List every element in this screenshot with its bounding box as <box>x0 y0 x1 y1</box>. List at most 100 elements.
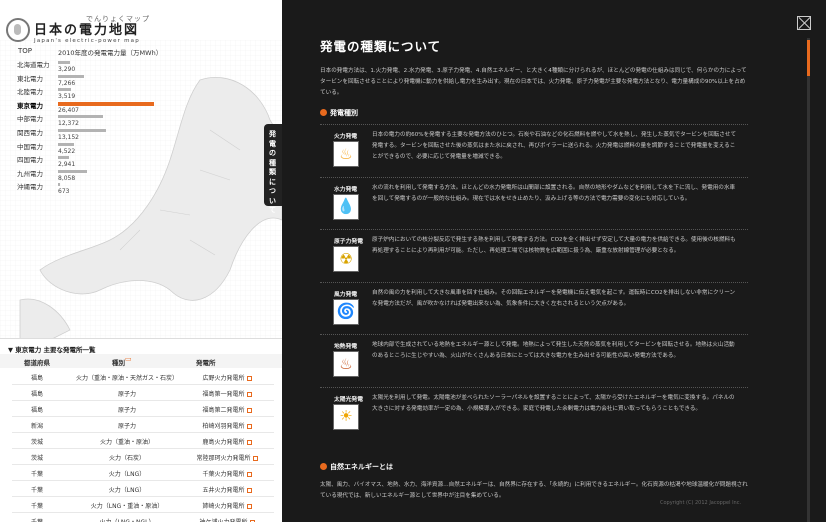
region-bar <box>58 129 106 132</box>
region-bar <box>58 101 154 106</box>
pref-cell: 福島 <box>30 407 43 414</box>
power-type-description: 原子炉内においての核分裂反応で発生する熱を利用して発電する方法。CO2を全く排出… <box>372 237 736 254</box>
region-name: 中部電力 <box>17 115 43 124</box>
region-value: 12,372 <box>58 120 79 128</box>
region-value: 13,152 <box>58 134 79 141</box>
power-type-name: 地熱発電 <box>334 344 358 350</box>
renewable-text: 太陽、風力、バイオマス、地熱、水力、海洋資源…自然エネルギーは、自然界に存在する… <box>320 482 748 499</box>
bullet-icon <box>320 463 327 470</box>
type-cell: 火力（重油・原油） <box>99 439 154 446</box>
region-bar <box>58 61 70 64</box>
plant-link-cell[interactable]: 福島第一発電所 <box>187 389 267 398</box>
plant-name[interactable]: 広野火力発電所 <box>202 375 244 382</box>
plant-name[interactable]: 鹿島火力発電所 <box>202 439 244 446</box>
region-name: 東京電力 <box>17 101 43 110</box>
power-type-name: 水力発電 <box>334 186 358 193</box>
plant-name[interactable]: 千葉火力発電所 <box>202 471 244 478</box>
plant-name[interactable]: 常陸那珂火力発電所 <box>196 455 250 462</box>
external-link-icon[interactable] <box>246 392 252 397</box>
type-cell: 原子力 <box>117 391 136 398</box>
type-cell: 火力（LNG） <box>108 487 146 494</box>
region-value: 673 <box>58 188 70 196</box>
type-cell: 火力（重油・原油・天然ガス・石炭） <box>75 375 178 382</box>
pref-cell: 新潟 <box>30 423 43 430</box>
plant-list-title: ▼ 東京電力 主要な発電所一覧 <box>8 346 96 354</box>
plant-link-cell[interactable]: 広野火力発電所 <box>187 373 267 382</box>
external-link-icon[interactable] <box>246 424 252 429</box>
region-name: 東北電力 <box>17 74 43 83</box>
plant-name[interactable]: 姉崎火力発電所 <box>202 503 244 510</box>
region-value: 8,058 <box>58 174 76 182</box>
scrollbar-thumb[interactable] <box>807 40 810 76</box>
pref-cell: 茨城 <box>30 455 43 462</box>
plant-link-cell[interactable]: 鹿島火力発電所 <box>187 437 267 446</box>
section-heading-types: 発電種別 <box>320 108 358 118</box>
region-bar <box>58 169 88 173</box>
tab-label: 発電の種類について <box>269 130 276 214</box>
scrollbar[interactable] <box>807 38 810 522</box>
type-cell: 原子力 <box>117 423 136 430</box>
region-value: 3,290 <box>58 66 76 73</box>
table-row: 茨城 火力（重油・原油） 鹿島火力発電所 <box>12 433 274 449</box>
external-link-icon[interactable] <box>246 488 252 493</box>
region-bar <box>58 88 71 92</box>
pref-cell: 福島 <box>30 375 43 382</box>
close-button[interactable] <box>797 16 811 30</box>
external-link-icon[interactable] <box>246 504 252 509</box>
table-row: 千葉 火力（LNG） 千葉火力発電所 <box>12 465 274 481</box>
power-type-entry: 太陽光発電 ☀ 太陽光を利用して発電。太陽電池が並べられたソーラーパネルを設置するこ… <box>320 386 748 439</box>
power-type-entry: 火力発電 ♨ 日本の電力の約60%を発電する主要な発電方法のひとつ。石炭や石油などの… <box>320 124 748 176</box>
region-value: 3,519 <box>58 93 76 101</box>
plant-link-cell[interactable]: 千葉火力発電所 <box>187 469 267 478</box>
geothermal-icon: ♨ <box>333 351 359 377</box>
table-row: 千葉火力（LNG・NGL）袖ケ浦火力発電所 <box>12 513 274 522</box>
region-name: 九州電力 <box>17 169 43 178</box>
plant-link-cell[interactable]: 袖ケ浦火力発電所 <box>187 517 267 522</box>
section-title: 発電種別 <box>330 109 358 117</box>
table-row: 福島 火力（重油・原油・天然ガス・石炭） 広野火力発電所 <box>12 369 274 385</box>
plant-list-panel: ▼ 東京電力 主要な発電所一覧 都道府県 種別 ▭ 発電所 福島火力（重油・原油… <box>0 338 282 522</box>
copyright-text: Copyright (C) 2012 Jacoppel Inc. <box>660 500 742 506</box>
column-header-plant: 発電所 <box>196 359 216 367</box>
app-header: でんりょくマップ 日本の電力地図 Japan's electric-power … <box>6 14 150 44</box>
top-link[interactable]: TOP <box>18 47 32 55</box>
plant-link-cell[interactable]: 姉崎火力発電所 <box>187 501 267 510</box>
external-link-icon[interactable] <box>246 376 252 381</box>
type-cell: 原子力 <box>117 407 136 414</box>
region-value: 26,407 <box>58 106 79 114</box>
plant-link-cell[interactable]: 福島第二発電所 <box>187 405 267 414</box>
comment-icon[interactable]: ▭ <box>125 355 132 363</box>
region-bar <box>58 142 75 146</box>
plant-name[interactable]: 福島第二発電所 <box>202 407 244 414</box>
power-type-entry: 水力発電 💧 水の流れを利用して発電する方法。ほとんどの水力発電所は山間部に設置され… <box>320 176 748 229</box>
app-title: 日本の電力地図 <box>34 23 140 38</box>
external-link-icon[interactable] <box>246 408 252 413</box>
plant-link-cell[interactable]: 五井火力発電所 <box>187 485 267 494</box>
plant-list-header: 都道府県 種別 ▭ 発電所 <box>0 354 282 368</box>
external-link-icon[interactable] <box>252 456 258 461</box>
pref-cell: 福島 <box>30 391 43 398</box>
region-name: 沖縄電力 <box>17 183 43 192</box>
light-bulb-icon <box>6 18 30 42</box>
fire-icon: ♨ <box>333 141 359 167</box>
tab-power-types[interactable]: 発電の種類について <box>264 124 282 214</box>
power-type-entry: 風力発電 🌀 自然の風の力を利用して大きな風車を回す仕組み。その回転エネルギーを発電… <box>320 281 748 334</box>
plant-link-cell[interactable]: 柏崎刈羽発電所 <box>187 421 267 430</box>
panel-title: 発電の種類について <box>320 39 442 54</box>
power-type-name: 風力発電 <box>334 291 358 298</box>
region-name: 北陸電力 <box>17 88 43 97</box>
type-cell: 火力（LNG・NGL） <box>62 517 192 522</box>
plant-name[interactable]: 福島第一発電所 <box>202 391 244 398</box>
region-value: 4,522 <box>58 147 76 155</box>
region-name: 北海道電力 <box>17 61 50 69</box>
power-type-description: 自然の風の力を利用して大きな風車を回す仕組み。その回転エネルギーを発電機に伝え電… <box>372 289 736 307</box>
region-bar <box>58 156 69 160</box>
pref-cell: 千葉 <box>30 471 43 478</box>
type-cell: 火力（LNG・重油・原油） <box>90 503 164 510</box>
external-link-icon[interactable] <box>246 472 252 477</box>
plant-name[interactable]: 柏崎刈羽発電所 <box>202 423 244 430</box>
plant-name[interactable]: 五井火力発電所 <box>202 487 244 494</box>
power-type-description: 地球内部で生成されている地熱をエネルギー源として発電。地熱によって発生した天然の… <box>372 342 735 359</box>
external-link-icon[interactable] <box>246 440 252 445</box>
plant-link-cell[interactable]: 常陸那珂火力発電所 <box>187 453 267 462</box>
